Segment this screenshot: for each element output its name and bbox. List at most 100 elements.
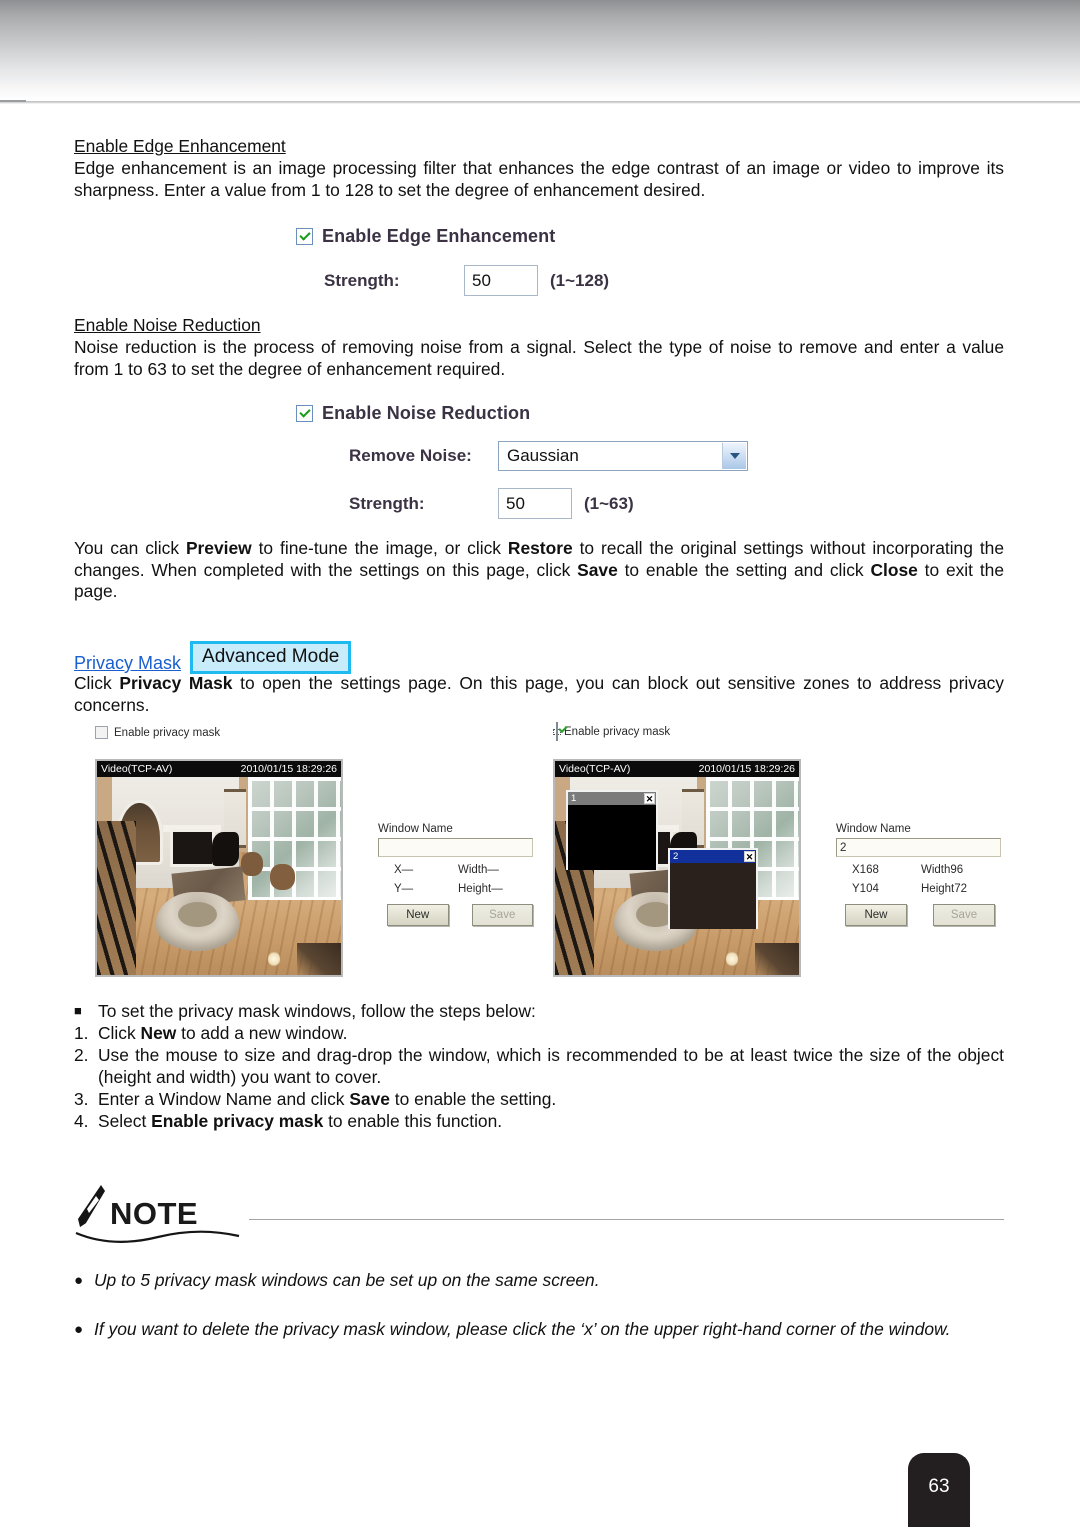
noise-enable-checkbox[interactable] — [296, 405, 313, 422]
note-title: NOTE — [110, 1196, 199, 1231]
left-enable-privacy-mask-row[interactable]: Enable privacy mask — [95, 726, 535, 739]
edge-enhancement-paragraph: Edge enhancement is an image processing … — [74, 158, 1004, 200]
left-mask-form: Window Name X— Width— Y— Height— New Sav… — [378, 823, 533, 926]
step-1-pre: Click — [98, 1023, 141, 1043]
right-enable-privacy-mask-row[interactable]: Enable privacy mask — [553, 722, 1003, 741]
mask-window-1[interactable]: 1 ✕ — [566, 790, 658, 870]
preview-bold-save: Save — [577, 559, 618, 580]
noise-enable-checkbox-label: Enable Noise Reduction — [322, 403, 531, 423]
step-4-post: to enable this function. — [323, 1111, 503, 1131]
steps-intro-bullet: ■ — [74, 1003, 82, 1018]
right-coords-row-2: Y104 Height72 — [836, 883, 1001, 895]
page-content: Enable Edge Enhancement Edge enhancement… — [0, 0, 1080, 1527]
remove-noise-select-value: Gaussian — [507, 446, 579, 465]
right-video-titlebar: Video(TCP-AV) 2010/01/15 18:29:26 — [555, 761, 799, 777]
chevron-down-icon[interactable] — [722, 443, 746, 469]
left-video-frame — [97, 777, 341, 975]
noise-strength-input[interactable]: 50 — [498, 488, 572, 519]
noise-reduction-heading: Enable Noise Reduction — [74, 315, 261, 335]
step-3-post: to enable the setting. — [389, 1089, 557, 1109]
privacy-mask-link[interactable]: Privacy Mask — [74, 653, 181, 674]
edge-enable-checkbox-row[interactable]: Enable Edge Enhancement — [296, 226, 609, 247]
left-coords-row-1: X— Width— — [378, 864, 533, 876]
mask-window-2-body — [670, 863, 756, 929]
edge-enhancement-heading: Enable Edge Enhancement — [74, 136, 286, 156]
left-height-value: Height— — [458, 883, 503, 895]
privacy-mask-intro-paragraph: Click Privacy Mask to open the settings … — [74, 673, 1004, 716]
edge-enhancement-widget: Enable Edge Enhancement Strength: 50 (1~… — [296, 226, 609, 296]
mask-window-1-titlebar[interactable]: 1 ✕ — [568, 792, 656, 805]
edge-enable-checkbox-label: Enable Edge Enhancement — [322, 226, 556, 246]
mask-window-1-title: 1 — [571, 793, 577, 804]
right-height-value: Height72 — [921, 883, 968, 895]
left-enable-privacy-mask-checkbox[interactable] — [95, 726, 108, 739]
privacy-intro-bold: Privacy Mask — [119, 673, 233, 693]
left-width-value: Width— — [458, 864, 499, 876]
mask-window-2-titlebar[interactable]: 2 ✕ — [670, 850, 756, 863]
step-3-bold: Save — [349, 1089, 390, 1109]
right-coords-row-1: X168 Width96 — [836, 864, 1001, 876]
close-icon[interactable]: ✕ — [644, 793, 655, 804]
note-item-2: ● If you want to delete the privacy mask… — [74, 1318, 1004, 1341]
preview-text-1: You can click — [74, 538, 186, 558]
note-item-1-text: Up to 5 privacy mask windows can be set … — [94, 1270, 600, 1290]
note-header: NOTE — [74, 1183, 1004, 1229]
steps-intro-text: To set the privacy mask windows, follow … — [98, 1001, 536, 1021]
mask-window-2[interactable]: 2 ✕ — [668, 848, 758, 929]
right-save-button[interactable]: Save — [933, 904, 995, 926]
left-new-button[interactable]: New — [387, 904, 449, 926]
step-3-text: Enter a Window Name and click Save to en… — [98, 1088, 1004, 1110]
noise-enable-checkbox-row[interactable]: Enable Noise Reduction — [296, 403, 748, 424]
step-1-bold: New — [140, 1023, 177, 1043]
page-number: 63 — [928, 1476, 950, 1497]
privacy-mask-heading-row: Privacy Mask Advanced Mode — [74, 641, 1004, 674]
right-enable-privacy-mask-focus-ring — [553, 722, 561, 741]
note-bullet-1: ● — [74, 1272, 84, 1289]
edge-strength-input[interactable]: 50 — [464, 265, 538, 296]
right-new-button[interactable]: New — [845, 904, 907, 926]
left-x-value: X— — [394, 864, 414, 876]
left-save-button[interactable]: Save — [471, 904, 533, 926]
right-enable-privacy-mask-label: Enable privacy mask — [564, 726, 671, 738]
right-window-name-label: Window Name — [836, 823, 911, 835]
close-icon[interactable]: ✕ — [744, 851, 755, 862]
left-video-titlebar: Video(TCP-AV) 2010/01/15 18:29:26 — [97, 761, 341, 777]
right-video-stream-label: Video(TCP-AV) — [559, 763, 631, 775]
noise-reduction-widget: Enable Noise Reduction Remove Noise: Gau… — [296, 403, 748, 519]
step-item-1: 1. Click New to add a new window. — [74, 1022, 1004, 1044]
page-number-tab: 63 — [908, 1453, 970, 1527]
left-window-name-input[interactable] — [378, 838, 533, 857]
step-4-text: Select Enable privacy mask to enable thi… — [98, 1110, 1004, 1132]
step-3-pre: Enter a Window Name and click — [98, 1089, 350, 1109]
noise-strength-label: Strength: — [349, 493, 425, 513]
step-1-post: to add a new window. — [176, 1023, 348, 1043]
left-button-row: New Save — [378, 904, 533, 926]
mask-window-2-title: 2 — [673, 851, 679, 862]
mask-window-1-body — [568, 805, 656, 870]
pen-nib-icon — [78, 1185, 105, 1227]
right-window-name-input[interactable]: 2 — [836, 838, 1001, 857]
remove-noise-label: Remove Noise: — [349, 446, 472, 465]
edge-strength-label: Strength: — [324, 270, 400, 290]
left-enable-privacy-mask-label: Enable privacy mask — [114, 726, 221, 739]
step-4-bold: Enable privacy mask — [151, 1111, 324, 1131]
note-item-2-text: If you want to delete the privacy mask w… — [94, 1319, 951, 1339]
privacy-intro-text-1: Click — [74, 673, 120, 693]
edge-enable-checkbox[interactable] — [296, 228, 313, 245]
noise-strength-hint: (1~63) — [584, 493, 634, 513]
edge-strength-row: Strength: 50 (1~128) — [324, 265, 609, 296]
preview-text-2: to fine-tune the image, or click — [251, 538, 508, 558]
right-y-value: Y104 — [852, 883, 879, 895]
remove-noise-select[interactable]: Gaussian — [498, 441, 748, 471]
noise-reduction-paragraph: Noise reduction is the process of removi… — [74, 337, 1004, 379]
remove-noise-row: Remove Noise: Gaussian — [349, 441, 748, 471]
step-item-3: 3. Enter a Window Name and click Save to… — [74, 1088, 1004, 1110]
step-1-number: 1. — [74, 1023, 89, 1043]
note-bullet-2: ● — [74, 1321, 84, 1338]
note-block: NOTE ● Up to 5 privacy mask windows can … — [74, 1183, 1004, 1341]
right-video-panel: Video(TCP-AV) 2010/01/15 18:29:26 1 ✕ 2 … — [553, 759, 801, 977]
noise-strength-row: Strength: 50 (1~63) — [349, 488, 748, 519]
right-enable-privacy-mask-checkbox[interactable] — [556, 722, 558, 741]
step-3-number: 3. — [74, 1089, 89, 1109]
steps-list: ■ To set the privacy mask windows, follo… — [74, 1000, 1004, 1132]
